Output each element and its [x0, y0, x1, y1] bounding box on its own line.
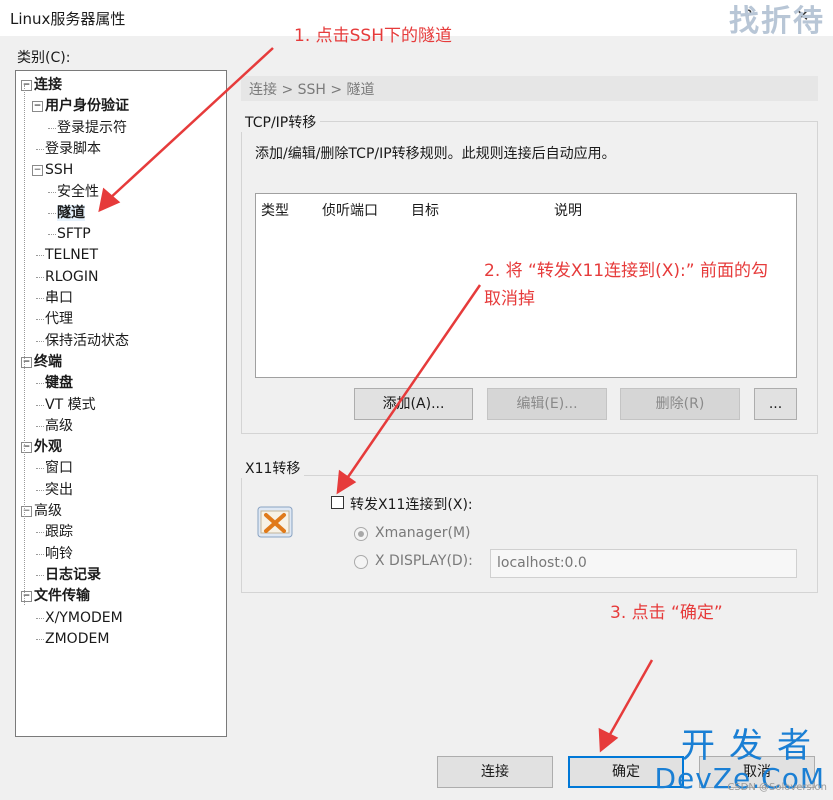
arrow-head-to-checkbox — [338, 472, 354, 492]
annotation-step2-line2: 取消掉 — [484, 284, 535, 309]
arrow-head-to-ok — [600, 730, 616, 750]
arrow-to-tunnel — [108, 48, 273, 200]
annotation-step2-line1: 2. 将 “转发X11连接到(X):” 前面的勾 — [484, 256, 768, 281]
arrow-to-checkbox — [346, 285, 480, 480]
arrow-to-ok — [608, 660, 652, 738]
csdn-watermark: CSDN @Soloversion — [727, 782, 827, 793]
annotation-step1: 1. 点击SSH下的隧道 — [294, 21, 452, 46]
watermark-cn: 开发者 — [654, 728, 825, 764]
annotation-arrows — [0, 0, 833, 800]
annotation-step3: 3. 点击 “确定” — [610, 598, 723, 623]
